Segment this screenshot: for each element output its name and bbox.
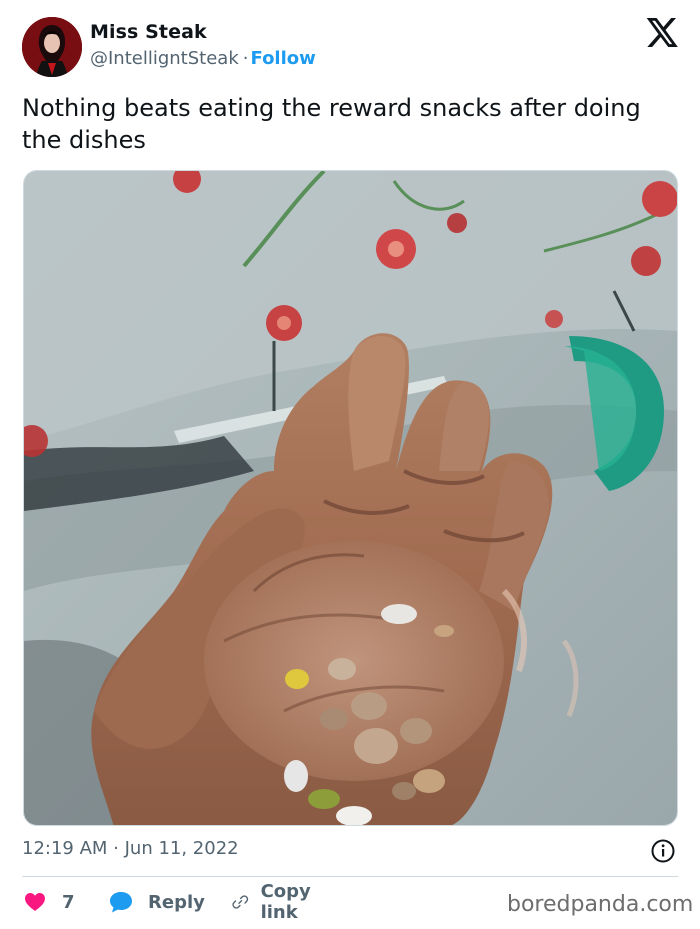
separator-dot: ·	[242, 48, 249, 69]
reply-button[interactable]: Reply	[108, 889, 205, 915]
copy-link-button[interactable]: Copy link	[232, 881, 320, 923]
reply-label: Reply	[148, 891, 205, 913]
heart-icon	[25, 893, 45, 911]
hand-photo-image	[24, 171, 677, 825]
avatar-image	[22, 17, 82, 77]
info-icon[interactable]	[650, 838, 676, 864]
link-icon	[232, 895, 249, 909]
follow-button[interactable]: Follow	[251, 48, 316, 69]
author-name[interactable]: Miss Steak	[90, 21, 207, 43]
boredpanda-watermark: boredpanda.com	[507, 892, 694, 917]
author-handle-row: @IntelligntSteak · Follow	[90, 48, 316, 69]
x-logo-icon[interactable]	[646, 18, 678, 47]
tweet-text: Nothing beats eating the reward snacks a…	[22, 94, 641, 154]
author-handle[interactable]: @IntelligntSteak	[90, 48, 239, 69]
reply-bubble-icon	[110, 892, 132, 913]
avatar[interactable]	[22, 17, 82, 77]
tweet-timestamp[interactable]: 12:19 AM · Jun 11, 2022	[22, 838, 239, 859]
copy-link-label: Copy link	[260, 881, 311, 923]
divider	[22, 876, 678, 877]
tweet-card: Miss Steak @IntelligntSteak · Follow Nothi…	[0, 0, 700, 929]
tweet-photo[interactable]	[23, 170, 678, 826]
like-button[interactable]: 7	[24, 889, 75, 915]
like-count: 7	[62, 891, 75, 913]
